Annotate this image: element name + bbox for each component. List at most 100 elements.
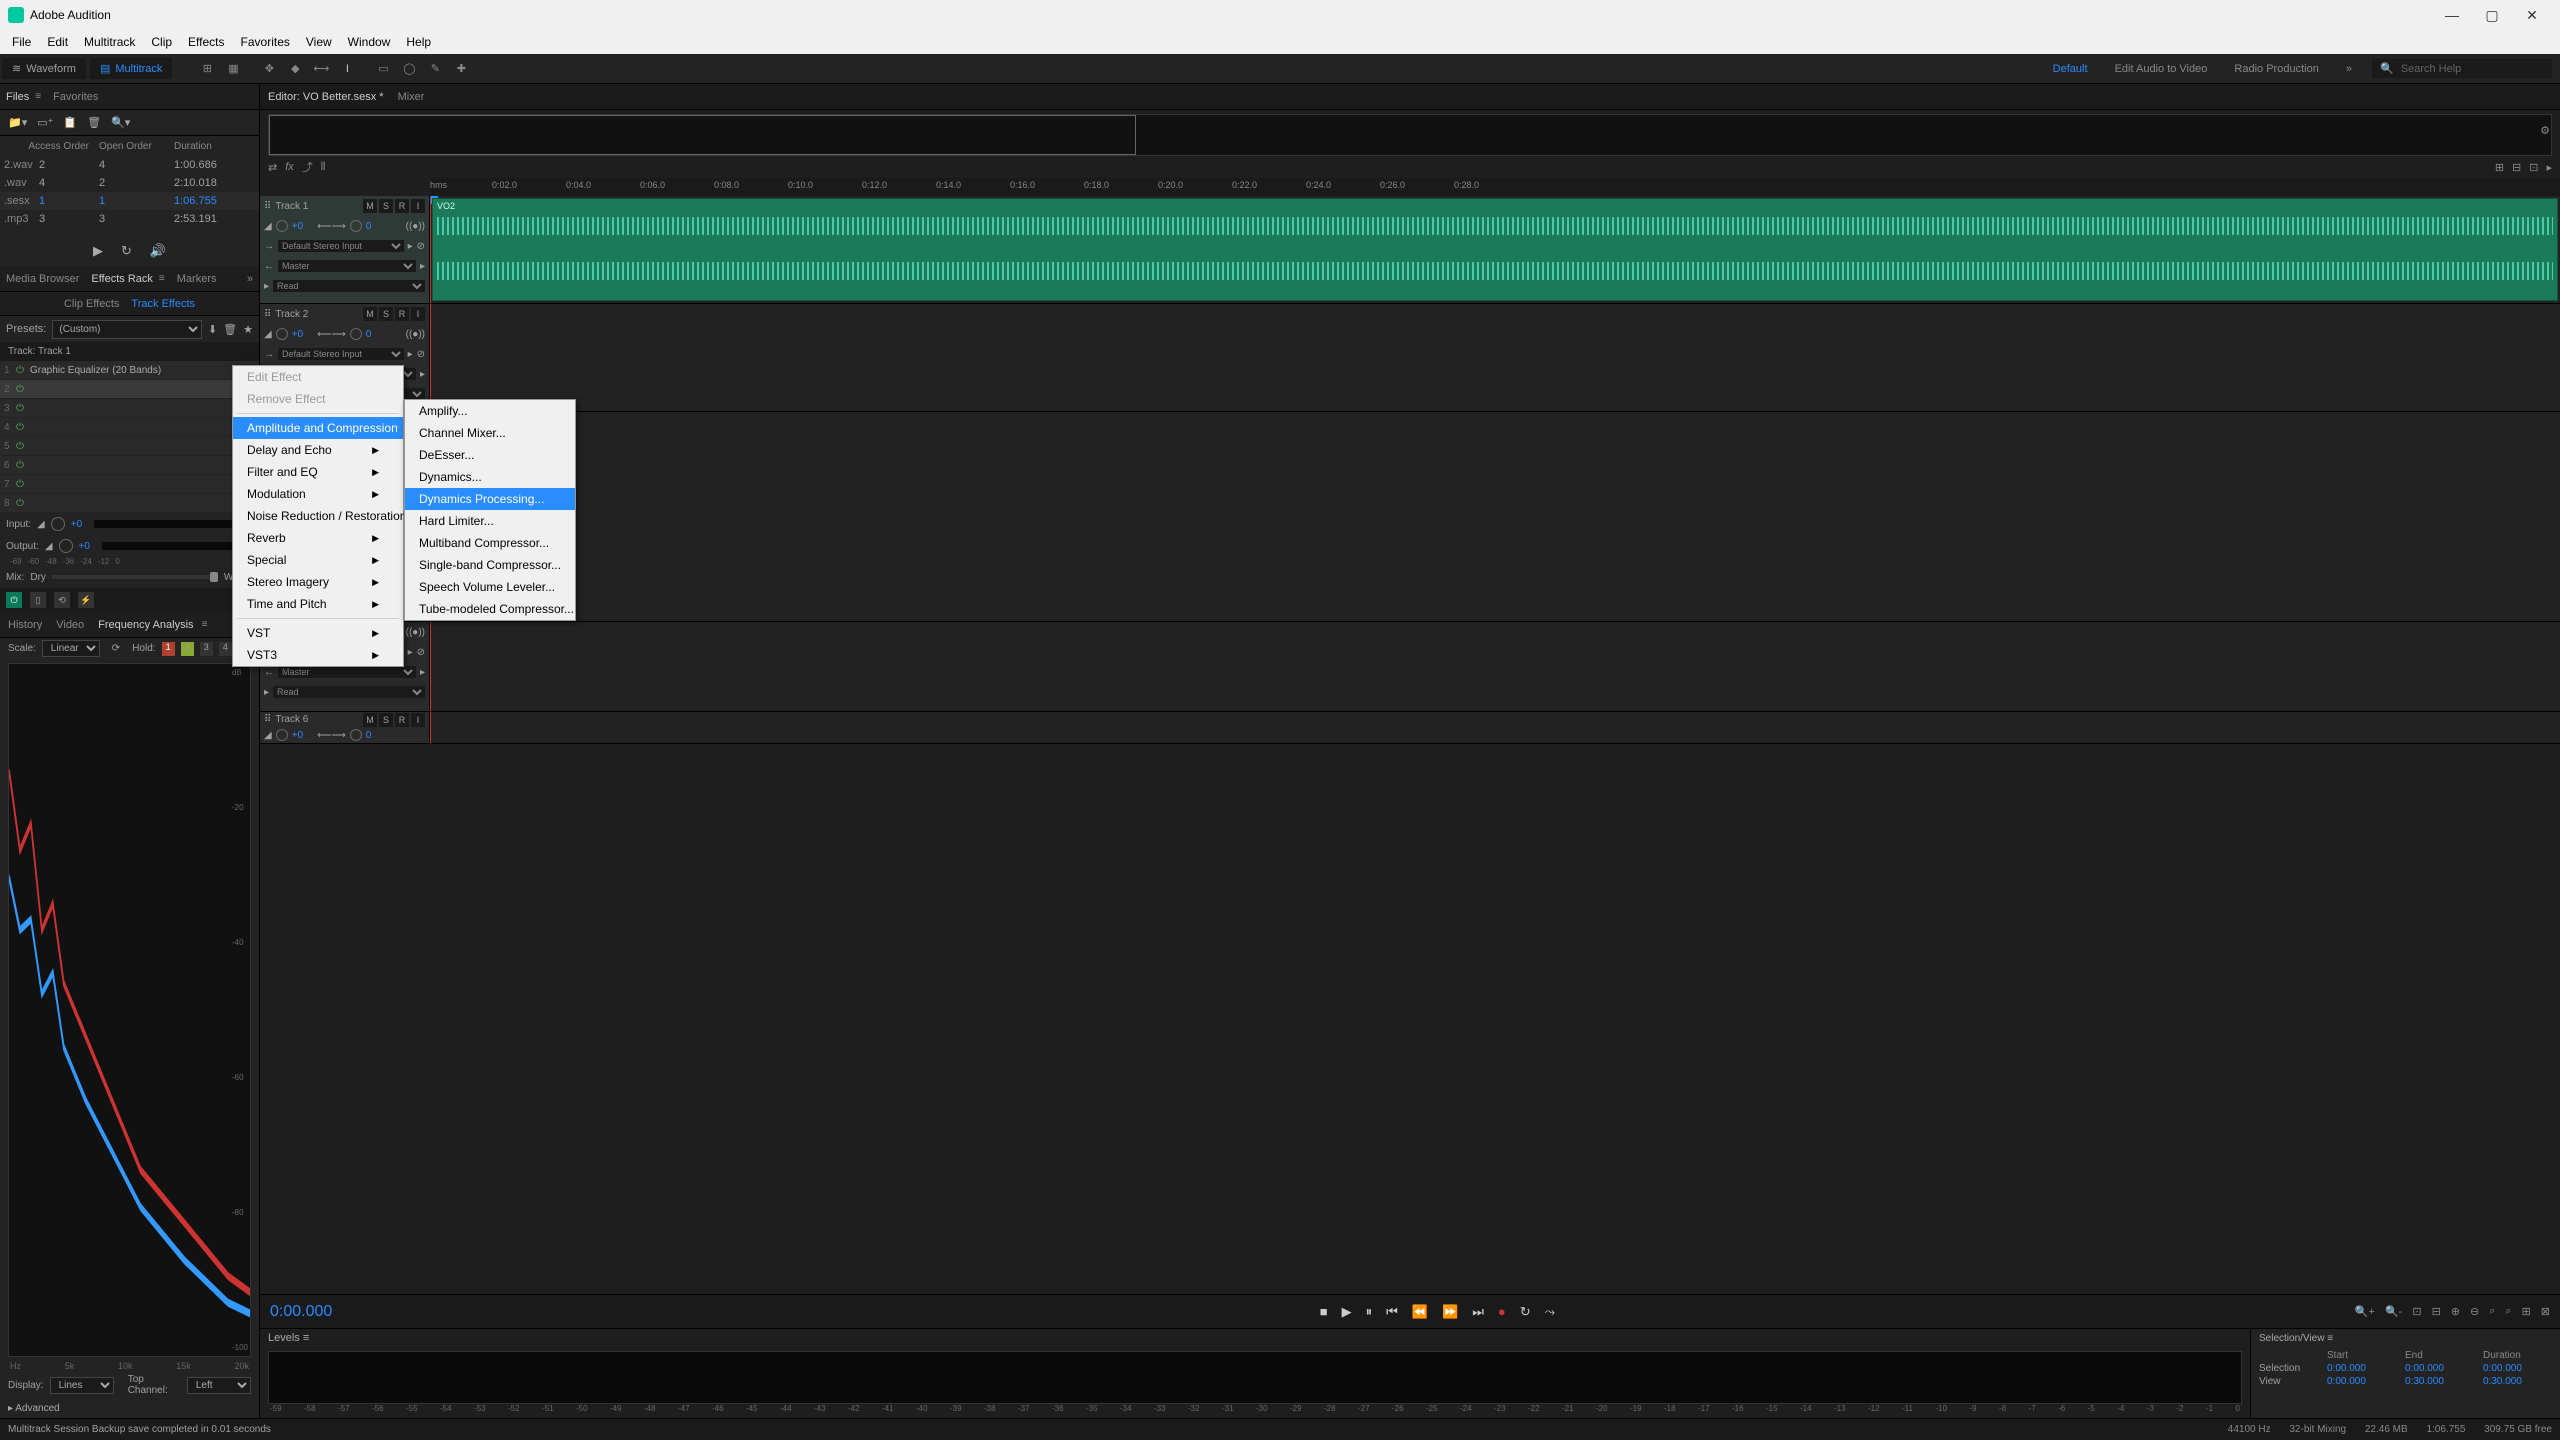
autoplay-icon[interactable]: 🔊	[150, 243, 166, 259]
output-knob[interactable]	[59, 539, 73, 553]
insert-icon[interactable]: 📋	[63, 116, 77, 129]
menu-modulation[interactable]: Modulation▶	[233, 483, 403, 505]
power-icon[interactable]: ⏻	[16, 365, 30, 376]
preset-select[interactable]: (Custom)	[52, 320, 202, 339]
eq-icon[interactable]: ⫴	[321, 161, 326, 174]
fx-power-all-icon[interactable]: ⏻	[6, 592, 22, 608]
files-panel-menu-icon[interactable]: ≡	[35, 91, 41, 102]
input-select[interactable]: Default Stereo Input	[278, 240, 404, 252]
mute-button[interactable]: M	[363, 307, 377, 321]
maximize-button[interactable]: ▢	[2472, 7, 2512, 24]
record-button[interactable]: ●	[1498, 1304, 1506, 1320]
power-icon[interactable]: ⏻	[16, 403, 30, 414]
workspace-more-icon[interactable]: »	[2334, 63, 2364, 75]
pause-button[interactable]: ⏸	[1366, 1304, 1373, 1320]
power-icon[interactable]: ⏻	[16, 460, 30, 471]
playhead[interactable]	[430, 196, 431, 303]
timecode[interactable]: 0:00.000	[270, 1303, 520, 1321]
collapse-icon[interactable]: »	[247, 273, 253, 285]
search-files-icon[interactable]: 🔍▾	[111, 116, 130, 129]
zoom-in-icon[interactable]: 🔍+	[2355, 1305, 2375, 1318]
audio-clip[interactable]: VO2	[432, 198, 2558, 301]
levels-menu-icon[interactable]: ≡	[303, 1332, 309, 1344]
menu-singleband-compressor[interactable]: Single-band Compressor...	[405, 554, 575, 576]
pan-knob[interactable]	[350, 729, 362, 741]
monitor-button[interactable]: I	[411, 713, 425, 727]
selview-menu-icon[interactable]: ≡	[2327, 1333, 2333, 1344]
menu-stereo-imagery[interactable]: Stereo Imagery▶	[233, 571, 403, 593]
tab-history[interactable]: History	[8, 619, 42, 631]
record-button[interactable]: R	[395, 713, 409, 727]
timeline-ruler[interactable]: hms 0:02.0 0:04.0 0:06.0 0:08.0 0:10.0 0…	[430, 178, 2560, 196]
hold-4[interactable]: 4	[219, 642, 232, 656]
sel-start[interactable]: 0:00.000	[2327, 1363, 2397, 1374]
menu-clip[interactable]: Clip	[143, 35, 180, 49]
track-lane[interactable]	[430, 412, 2560, 621]
track-header[interactable]: ⠿Track 6MSRI ◢+0⟵⟶0	[260, 712, 430, 743]
fx-slot[interactable]: 4⏻	[0, 418, 259, 436]
menu-multiband-compressor[interactable]: Multiband Compressor...	[405, 532, 575, 554]
menu-multitrack[interactable]: Multitrack	[76, 35, 143, 49]
multitrack-view-button[interactable]: ▤ Multitrack	[90, 58, 172, 79]
monitor-button[interactable]: I	[411, 307, 425, 321]
fx-prelisten-icon[interactable]: ▯	[30, 592, 46, 608]
menu-edit[interactable]: Edit	[39, 35, 76, 49]
view-start[interactable]: 0:00.000	[2327, 1376, 2397, 1387]
tab-effects-rack[interactable]: Effects Rack	[91, 273, 153, 285]
file-row[interactable]: .sesx111:06.755	[0, 192, 259, 210]
loop-icon[interactable]: ↻	[121, 243, 132, 259]
favorite-preset-icon[interactable]: ★	[243, 323, 253, 336]
delete-preset-icon[interactable]: 🗑	[223, 323, 237, 336]
track-lane[interactable]	[430, 304, 2560, 411]
file-row[interactable]: .wav422:10.018	[0, 174, 259, 192]
menu-favorites[interactable]: Favorites	[233, 35, 298, 49]
tool-spectral-icon[interactable]: ▦	[223, 59, 243, 79]
play-icon[interactable]: ▶	[93, 243, 103, 259]
freq-panel-menu-icon[interactable]: ≡	[202, 619, 208, 630]
open-file-icon[interactable]: 📁▾	[8, 116, 27, 129]
menu-window[interactable]: Window	[340, 35, 399, 49]
monitor-button[interactable]: I	[411, 199, 425, 213]
zoom-out-pt-icon[interactable]: ⌕	[2505, 1305, 2511, 1318]
zoom-v-in-icon[interactable]: ⊕	[2451, 1305, 2460, 1318]
view-dur[interactable]: 0:30.000	[2483, 1376, 2553, 1387]
power-icon[interactable]: ⏻	[16, 498, 30, 509]
automation-select[interactable]: Read	[273, 280, 425, 292]
menu-time-pitch[interactable]: Time and Pitch▶	[233, 593, 403, 615]
mute-button[interactable]: M	[363, 199, 377, 213]
subtab-track-effects[interactable]: Track Effects	[131, 298, 195, 310]
tool-brush-icon[interactable]: ✎	[425, 59, 445, 79]
file-row[interactable]: 2.wav241:00.686	[0, 156, 259, 174]
power-icon[interactable]: ⏻	[16, 422, 30, 433]
tool-time-select-icon[interactable]: I	[337, 59, 357, 79]
input-knob[interactable]	[51, 517, 65, 531]
sel-dur[interactable]: 0:00.000	[2483, 1363, 2553, 1374]
menu-amplify[interactable]: Amplify...	[405, 400, 575, 422]
menu-view[interactable]: View	[298, 35, 340, 49]
menu-deesser[interactable]: DeEsser...	[405, 444, 575, 466]
zoom-full-icon[interactable]: ⊞	[2522, 1305, 2531, 1318]
hold-3[interactable]: 3	[200, 642, 213, 656]
output-select[interactable]: Master	[278, 666, 416, 678]
menu-vst3[interactable]: VST3▶	[233, 644, 403, 666]
display-select[interactable]: Lines	[50, 1377, 114, 1394]
pan-knob[interactable]	[350, 328, 362, 340]
menu-hard-limiter[interactable]: Hard Limiter...	[405, 510, 575, 532]
tab-favorites[interactable]: Favorites	[53, 91, 98, 103]
tab-markers[interactable]: Markers	[177, 273, 217, 285]
fx-slot[interactable]: 5⏻	[0, 437, 259, 455]
overview-settings-icon[interactable]: ⚙	[2540, 124, 2550, 137]
sel-end[interactable]: 0:00.000	[2405, 1363, 2475, 1374]
mix-slider-handle[interactable]	[210, 572, 218, 582]
fx-panel-menu-icon[interactable]: ≡	[159, 273, 165, 284]
play-button[interactable]: ▶	[1342, 1304, 1352, 1320]
mute-button[interactable]: M	[363, 713, 377, 727]
workspace-default[interactable]: Default	[2041, 63, 2100, 75]
search-input[interactable]: 🔍 Search Help	[2372, 59, 2552, 78]
menu-tube-compressor[interactable]: Tube-modeled Compressor...	[405, 598, 575, 620]
automation-select[interactable]: Read	[273, 686, 425, 698]
fx-slot[interactable]: 2⏻▸	[0, 380, 259, 398]
track-lane[interactable]	[430, 712, 2560, 743]
power-icon[interactable]: ⏻	[16, 441, 30, 452]
menu-file[interactable]: File	[4, 35, 39, 49]
